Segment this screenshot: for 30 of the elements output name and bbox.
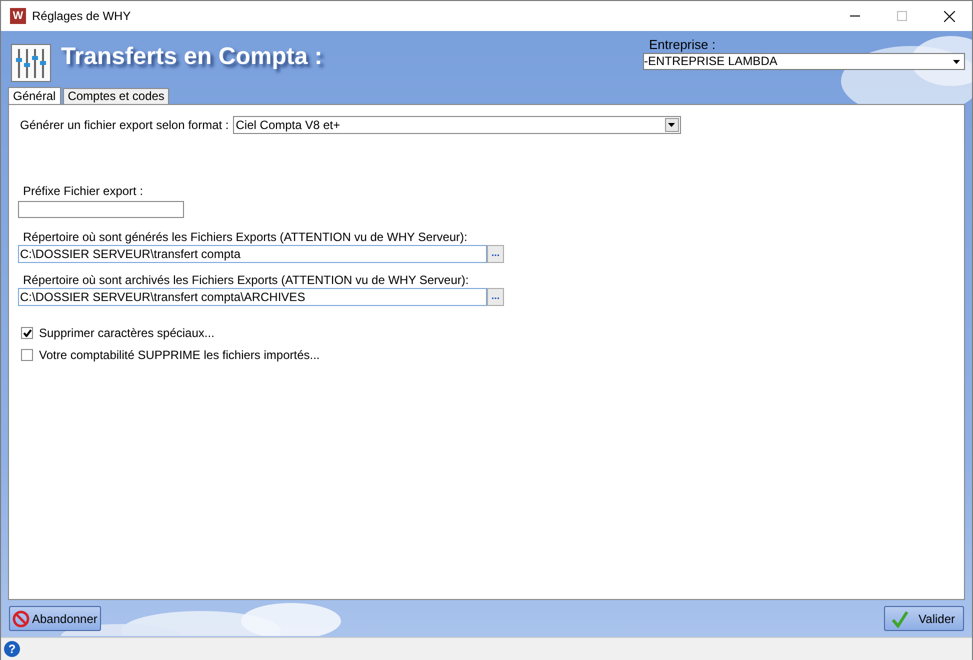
tab[interactable]: Général <box>8 87 61 105</box>
prefix-field[interactable] <box>18 201 184 218</box>
format-label: Générer un fichier export selon format : <box>20 117 229 134</box>
tab[interactable]: Comptes et codes <box>62 88 170 104</box>
checkbox-label: Supprimer caractères spéciaux... <box>39 325 214 342</box>
cancel-button[interactable]: Abandonner <box>9 606 101 631</box>
company-dropdown[interactable]: -ENTREPRISE LAMBDA <box>643 53 965 70</box>
directory-label: Répertoire où sont générés les Fichiers Exports (ATTENTION vu de WHY Serveur): <box>23 229 468 245</box>
prefix-label: Préfixe Fichier export : <box>23 183 144 199</box>
directory-field[interactable]: C:\DOSSIER SERVEUR\transfert compta\ARCHIVES <box>18 288 487 306</box>
checkbox[interactable] <box>21 327 33 339</box>
company-label: Entreprise : <box>649 37 716 53</box>
help-icon[interactable]: ? <box>4 641 20 657</box>
directory-field[interactable]: C:\DOSSIER SERVEUR\transfert compta <box>18 245 487 263</box>
dropdown-arrow-icon <box>953 60 960 64</box>
window-title: Réglages de WHY <box>32 8 131 25</box>
checkmark-icon <box>891 610 909 628</box>
close-icon[interactable] <box>944 10 955 22</box>
format-dropdown[interactable]: Ciel Compta V8 et+ <box>232 116 681 134</box>
page-title: Transferts en Compta : <box>61 42 322 69</box>
browse-button[interactable]: ... <box>487 288 504 306</box>
checkbox[interactable] <box>21 349 33 361</box>
browse-button[interactable]: ... <box>487 245 504 263</box>
app-icon: W <box>10 8 26 24</box>
sliders-icon <box>11 44 51 82</box>
dropdown-arrow-icon <box>668 123 676 127</box>
directory-label: Répertoire où sont archivés les Fichiers Exports (ATTENTION vu de WHY Serveur): <box>23 272 470 288</box>
validate-button[interactable]: Valider <box>884 606 964 631</box>
prohibited-icon <box>12 610 30 628</box>
checkbox-label: Votre comptabilité SUPPRIME les fichiers importés... <box>39 347 320 364</box>
